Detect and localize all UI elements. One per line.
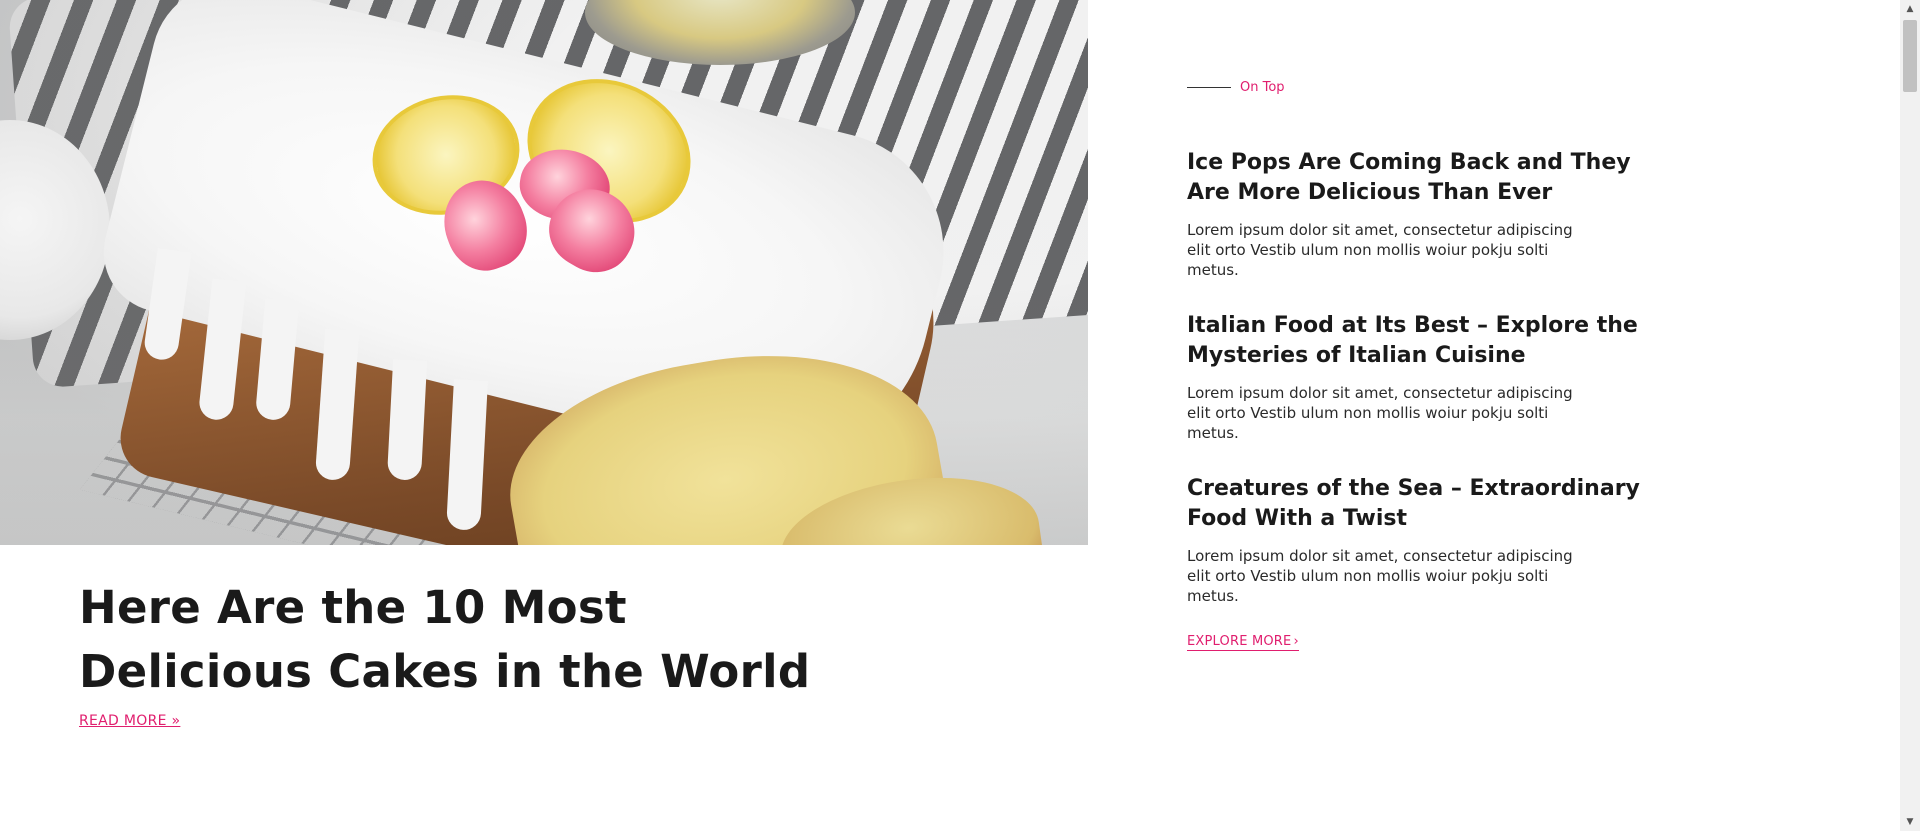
explore-more-link[interactable]: EXPLORE MORE › [1187, 634, 1299, 651]
article-title[interactable]: Creatures of the Sea – Extraordinary Foo… [1187, 474, 1657, 534]
article-item: Creatures of the Sea – Extraordinary Foo… [1187, 474, 1657, 606]
section-kicker: On Top [1187, 80, 1285, 95]
scrollbar-thumb[interactable] [1903, 20, 1917, 92]
kicker-label: On Top [1240, 80, 1285, 95]
article-excerpt: Lorem ipsum dolor sit amet, consectetur … [1187, 221, 1573, 279]
article-item: Ice Pops Are Coming Back and They Are Mo… [1187, 148, 1657, 280]
article-title[interactable]: Ice Pops Are Coming Back and They Are Mo… [1187, 148, 1657, 208]
article-title[interactable]: Italian Food at Its Best – Explore the M… [1187, 311, 1657, 371]
kicker-divider [1187, 87, 1231, 88]
chevron-right-icon: › [1293, 634, 1299, 649]
featured-title[interactable]: Here Are the 10 Most Delicious Cakes in … [79, 576, 839, 704]
hero-image [0, 0, 1088, 545]
article-item: Italian Food at Its Best – Explore the M… [1187, 311, 1657, 443]
arrow-up-icon[interactable]: ▲ [1900, 2, 1920, 16]
arrow-down-icon[interactable]: ▼ [1900, 815, 1920, 829]
explore-more-label: EXPLORE MORE [1187, 634, 1292, 649]
article-excerpt: Lorem ipsum dolor sit amet, consectetur … [1187, 547, 1573, 605]
article-excerpt: Lorem ipsum dolor sit amet, consectetur … [1187, 384, 1573, 442]
read-more-link[interactable]: READ MORE » [79, 713, 180, 729]
vertical-scrollbar[interactable]: ▲ ▼ [1900, 0, 1920, 831]
